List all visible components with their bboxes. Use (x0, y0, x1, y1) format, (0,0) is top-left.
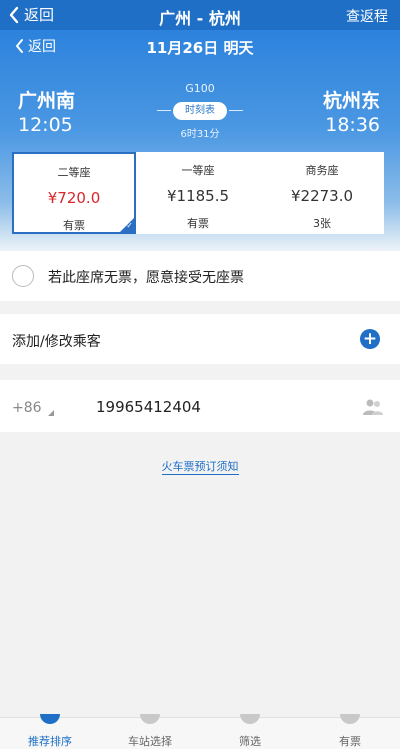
sub-back-label: 返回 (28, 39, 56, 55)
tab-label: 筛选 (239, 735, 261, 748)
no-seat-label: 若此座席无票，愿意接受无座票 (48, 270, 244, 286)
seat-name: 商务座 (305, 164, 339, 177)
contact-phone-row: +86 19965412404 (0, 380, 400, 432)
tab-label: 车站选择 (128, 735, 172, 748)
back-label: 返回 (24, 6, 55, 24)
tab-available[interactable]: 有票 (300, 714, 400, 749)
country-code-select[interactable]: +86 (12, 400, 42, 416)
top-bar: 返回 广州 - 杭州 查返程 (0, 0, 400, 30)
sort-icon (40, 714, 60, 724)
seat-price: ¥1185.5 (166, 187, 230, 205)
bottom-nav: 推荐排序 车站选择 筛选 有票 (0, 714, 400, 749)
tab-filter[interactable]: 筛选 (200, 714, 300, 749)
tab-label: 有票 (339, 735, 361, 748)
tab-station-select[interactable]: 车站选择 (100, 714, 200, 749)
seat-option-first-class[interactable]: 一等座 ¥1185.5 有票 (136, 152, 260, 234)
tab-label: 推荐排序 (28, 735, 72, 748)
divider-line (157, 110, 171, 111)
no-seat-option-row[interactable]: 若此座席无票，愿意接受无座票 (0, 251, 400, 301)
seat-option-second-class[interactable]: 二等座 ¥720.0 有票 ✓ (12, 152, 136, 234)
timetable-button[interactable]: 时刻表 (173, 102, 227, 120)
train-number: G100 (185, 82, 215, 95)
chevron-left-icon (9, 6, 19, 23)
seat-availability: 有票 (187, 217, 209, 230)
seat-price: ¥2273.0 (290, 187, 354, 205)
return-trip-button[interactable]: 查返程 (346, 6, 388, 26)
phone-input[interactable]: 19965412404 (96, 398, 201, 416)
seat-option-business-class[interactable]: 商务座 ¥2273.0 3张 (260, 152, 384, 234)
dropdown-triangle-icon (48, 410, 54, 416)
seat-price: ¥720.0 (47, 189, 101, 207)
back-button[interactable]: 返回 (8, 4, 54, 25)
chevron-left-icon (16, 39, 23, 53)
sub-back-button[interactable]: 返回 (14, 36, 56, 56)
seat-availability: 3张 (313, 217, 331, 230)
divider-line (229, 110, 243, 111)
booking-notice-link[interactable]: 火车票预订须知 (0, 458, 400, 475)
station-icon (140, 714, 160, 724)
check-icon: ✓ (126, 221, 133, 230)
ticket-icon (340, 714, 360, 724)
seat-name: 一等座 (181, 164, 215, 177)
filter-icon (240, 714, 260, 724)
trip-duration: 6时31分 (180, 129, 220, 140)
contacts-icon[interactable] (362, 398, 384, 416)
no-seat-radio[interactable] (12, 265, 34, 287)
add-passenger-label: 添加/修改乘客 (12, 334, 101, 350)
add-passenger-plus-icon[interactable]: + (360, 329, 380, 349)
tab-recommended-sort[interactable]: 推荐排序 (0, 714, 100, 749)
travel-date: 11月26日 明天 (146, 39, 254, 57)
booking-notice-text: 火车票预订须知 (161, 460, 239, 475)
seat-availability: 有票 (63, 219, 85, 232)
add-passenger-row[interactable]: 添加/修改乘客 + (0, 314, 400, 364)
seat-name: 二等座 (57, 166, 91, 179)
page-title: 广州 - 杭州 (159, 9, 241, 28)
